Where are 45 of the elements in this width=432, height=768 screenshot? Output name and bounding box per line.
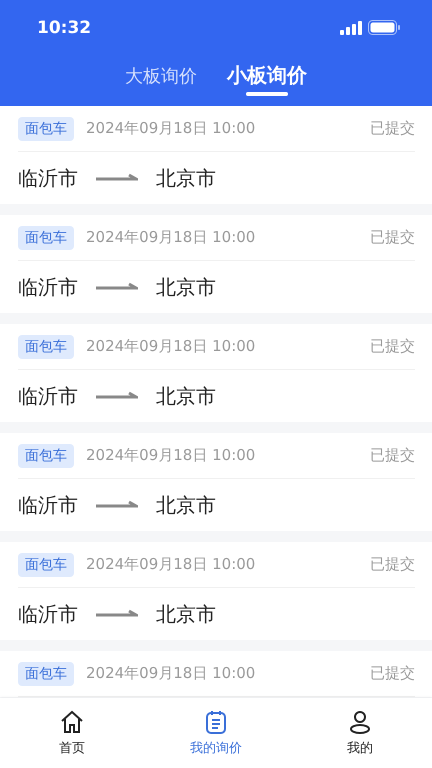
vehicle-tag: 面包车 (18, 552, 74, 576)
origin-city: 临沂市 (18, 492, 78, 518)
vehicle-tag: 面包车 (18, 444, 74, 468)
destination-city: 北京市 (156, 382, 216, 410)
order-date: 2024年09月18日 10:00 (86, 228, 256, 247)
order-status: 已提交 (370, 446, 415, 465)
order-status: 已提交 (370, 555, 415, 574)
signal-icon (340, 20, 362, 34)
origin-city: 临沂市 (18, 274, 78, 300)
order-card[interactable]: 面包车 2024年09月18日 10:00 已提交 临沂市 北京市 (0, 106, 432, 204)
destination-city: 北京市 (156, 274, 216, 300)
vehicle-tag: 面包车 (18, 226, 74, 250)
order-card[interactable]: 面包车 2024年09月18日 10:00 已提交 临沂市 北京市 (0, 324, 432, 422)
destination-city: 北京市 (156, 492, 216, 518)
vehicle-tag: 面包车 (18, 116, 74, 140)
clipboard-icon (203, 709, 229, 735)
order-date: 2024年09月18日 10:00 (86, 337, 256, 356)
order-card[interactable]: 面包车 2024年09月18日 10:00 已提交 临沂市 北京市 (0, 215, 432, 313)
order-status: 已提交 (370, 664, 415, 683)
origin-city: 临沂市 (18, 164, 78, 192)
origin-city: 临沂市 (18, 382, 78, 410)
order-date: 2024年09月18日 10:00 (86, 555, 256, 574)
order-status: 已提交 (370, 119, 415, 138)
vehicle-tag: 面包车 (18, 662, 74, 686)
nav-item[interactable]: 首页 (0, 698, 144, 768)
order-date: 2024年09月18日 10:00 (86, 446, 256, 465)
order-date: 2024年09月18日 10:00 (86, 664, 256, 683)
person-icon (347, 709, 373, 735)
nav-item[interactable]: 我的 (288, 698, 432, 768)
battery-icon (368, 20, 400, 35)
order-date: 2024年09月18日 10:00 (86, 119, 256, 138)
tab[interactable]: 小板询价 (227, 55, 307, 106)
order-status: 已提交 (370, 228, 415, 247)
order-card[interactable]: 面包车 2024年09月18日 10:00 已提交 临沂市 北京市 (0, 433, 432, 531)
order-card[interactable]: 面包车 2024年09月18日 10:00 已提交 临沂市 北京市 (0, 542, 432, 640)
status-time: 10:32 (37, 18, 92, 38)
destination-city: 北京市 (156, 600, 216, 628)
order-status: 已提交 (370, 337, 415, 356)
vehicle-tag: 面包车 (18, 334, 74, 358)
tab[interactable]: 大板询价 (125, 55, 197, 106)
nav-item[interactable]: 我的询价 (144, 698, 288, 768)
order-card[interactable]: 面包车 2024年09月18日 10:00 已提交 (0, 651, 432, 697)
home-icon (59, 709, 85, 735)
origin-city: 临沂市 (18, 600, 78, 628)
destination-city: 北京市 (156, 164, 216, 192)
